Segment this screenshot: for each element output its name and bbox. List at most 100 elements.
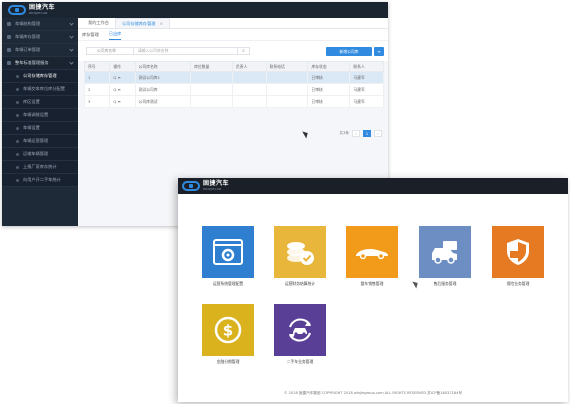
subtab-stock[interactable]: 库存管理 bbox=[82, 30, 99, 40]
row-actions[interactable]: Q ≡ bbox=[109, 83, 136, 96]
sidebar-item[interactable]: 库区设置 bbox=[2, 96, 78, 109]
column-header[interactable]: 库存状态 bbox=[307, 61, 351, 72]
sidebar-item[interactable]: 运输车辆管理 bbox=[2, 148, 78, 161]
sidebar: 车辆结构管理车辆库存管理 车辆订单管理 整车标准管理服务公司存储库存管理车辆交车库位… bbox=[2, 18, 78, 226]
table-cell: 测试公司库1 bbox=[134, 71, 192, 84]
menu-bullet-icon bbox=[16, 74, 19, 78]
subtab-outbound[interactable]: 已出库 bbox=[108, 29, 122, 40]
table-cell bbox=[190, 83, 233, 96]
warehouse-table: 序号 操作 公司库名称 库位数量 负责人 联系电话 库存状态 联系人 1Q ≡ 测试公司库1 已审… bbox=[83, 61, 384, 108]
table-cell: 已审核 bbox=[307, 71, 351, 84]
logo-en: WINJIECAR bbox=[29, 11, 48, 15]
module-tile[interactable]: $ 金融分期管理 bbox=[200, 304, 256, 372]
sidebar-item-label: 车辆设置 bbox=[23, 125, 40, 130]
tab-bar: 我的工作台 公司存储库存管理 × bbox=[78, 18, 388, 29]
sidebar-item[interactable]: 车辆库存管理 bbox=[2, 31, 78, 44]
filter-select[interactable]: 公司库名称 bbox=[86, 47, 134, 55]
menu-bullet-icon bbox=[16, 152, 19, 156]
sports-car-icon bbox=[346, 226, 398, 278]
module-tile[interactable]: 售后服务管理 bbox=[417, 226, 473, 294]
column-header[interactable]: 联系人 bbox=[349, 61, 384, 72]
prev-page-button[interactable]: ‹ bbox=[352, 130, 360, 137]
sidebar-item-label: 车辆结构管理 bbox=[15, 21, 41, 26]
sidebar-item[interactable]: 车辆运营管理 bbox=[2, 135, 78, 148]
chevron-down-icon bbox=[69, 60, 74, 65]
column-header[interactable]: 联系电话 bbox=[265, 61, 309, 72]
search-input[interactable]: 请输入公司库名称 bbox=[134, 47, 238, 55]
module-tile-label: 售后服务管理 bbox=[433, 281, 457, 286]
close-icon[interactable]: × bbox=[159, 21, 163, 26]
sidebar-item[interactable]: 向用户开二手车统计 bbox=[2, 174, 78, 187]
menu-bullet-icon bbox=[7, 35, 11, 39]
column-header[interactable]: 公司库名称 bbox=[134, 61, 192, 72]
column-header[interactable]: 操作 bbox=[109, 61, 136, 72]
brand-logo[interactable]: 固捷汽车 WINJIECAR bbox=[8, 5, 55, 15]
module-tile-label: 保险业务管理 bbox=[506, 281, 530, 286]
module-tile[interactable]: 运营系统管理配置 bbox=[200, 226, 256, 294]
page-number[interactable]: 1 bbox=[363, 130, 371, 137]
total-count: 共3条 bbox=[339, 131, 349, 135]
table-cell: 马建军 bbox=[349, 71, 384, 84]
column-header[interactable]: 序号 bbox=[83, 61, 111, 72]
settings-window-icon bbox=[202, 226, 254, 278]
pagination: 共3条 ‹ 1 › bbox=[340, 130, 382, 137]
portal-window: 固捷汽车 WINJIECAR 运营系统管理配置 运营财务结算统计 整车销售管理 售后服… bbox=[178, 178, 568, 402]
logo-icon bbox=[182, 181, 200, 191]
sidebar-item-label: 公司存储库存管理 bbox=[23, 73, 57, 78]
menu-bullet-icon bbox=[16, 87, 19, 91]
coins-check-icon bbox=[274, 226, 326, 278]
sidebar-item[interactable]: 公司存储库存管理 bbox=[2, 70, 78, 83]
column-header[interactable]: 负责人 bbox=[231, 61, 267, 72]
menu-bullet-icon bbox=[7, 22, 11, 26]
module-tile[interactable]: 整车销售管理 bbox=[344, 226, 400, 294]
row-actions[interactable]: Q ≡ bbox=[109, 95, 136, 108]
chevron-down-icon bbox=[69, 21, 74, 26]
sidebar-item[interactable]: 车辆订单管理 bbox=[2, 44, 78, 57]
column-header[interactable]: 库位数量 bbox=[190, 61, 233, 72]
menu-bullet-icon bbox=[16, 113, 19, 117]
sidebar-item[interactable]: 车辆结构管理 bbox=[2, 18, 78, 31]
table-cell bbox=[265, 71, 309, 84]
module-tile-label: 运营系统管理配置 bbox=[212, 281, 244, 286]
chevron-down-icon bbox=[69, 34, 74, 39]
sidebar-item-label: 车辆运营管理 bbox=[23, 138, 49, 143]
dollar-coin-icon: $ bbox=[202, 304, 254, 356]
table-row[interactable]: 2Q ≡ 测试公司库 已审核 马建军 bbox=[83, 83, 384, 96]
table-cell: 马建军 bbox=[349, 95, 384, 108]
module-tile-label: 二手车业务管理 bbox=[286, 359, 314, 364]
module-tile[interactable]: 保险业务管理 bbox=[490, 226, 546, 294]
menu-bullet-icon bbox=[16, 126, 19, 130]
sidebar-item[interactable]: 车辆调拨设置 bbox=[2, 109, 78, 122]
more-button[interactable]: ≡ bbox=[374, 47, 384, 56]
search-icon[interactable]: ⌕ bbox=[238, 47, 250, 55]
sidebar-item-label: 向用户开二手车统计 bbox=[23, 177, 61, 182]
brand-logo[interactable]: 固捷汽车 WINJIECAR bbox=[182, 181, 229, 191]
module-tile-label: 运营财务结算统计 bbox=[284, 281, 316, 286]
table-cell: 2 bbox=[83, 83, 111, 96]
car-wrench-icon bbox=[419, 226, 471, 278]
table-cell: 1 bbox=[83, 71, 111, 84]
module-tile[interactable]: 运营财务结算统计 bbox=[272, 226, 328, 294]
copyright-footer: © 2018 固捷汽车集团 COPYRIGHT 2018 winjiegroup… bbox=[283, 391, 463, 395]
table-row[interactable]: 1Q ≡ 测试公司库1 已审核 马建军 bbox=[83, 71, 384, 84]
next-page-button[interactable]: › bbox=[374, 130, 382, 137]
filter-bar: 公司库名称 请输入公司库名称 ⌕ 新增公司库 ≡ bbox=[78, 41, 388, 61]
table-cell bbox=[265, 83, 309, 96]
table-cell bbox=[231, 71, 267, 84]
add-warehouse-button[interactable]: 新增公司库 bbox=[326, 47, 372, 56]
tab-workbench[interactable]: 我的工作台 bbox=[82, 18, 115, 28]
menu-bullet-icon bbox=[7, 61, 11, 65]
sidebar-item[interactable]: 车辆设置 bbox=[2, 122, 78, 135]
tab-warehouse[interactable]: 公司存储库存管理 × bbox=[114, 18, 170, 28]
table-cell bbox=[265, 95, 309, 108]
table-cell: 已审核 bbox=[307, 83, 351, 96]
sidebar-item[interactable]: 上报厂家库存统计 bbox=[2, 161, 78, 174]
sidebar-item[interactable]: 车辆交车库位库分配置 bbox=[2, 83, 78, 96]
table-row[interactable]: 3Q ≡ 公司库测试 已审核 马建军 bbox=[83, 95, 384, 108]
sidebar-item-label: 车辆交车库位库分配置 bbox=[23, 86, 65, 91]
table-cell: 测试公司库 bbox=[134, 83, 192, 96]
logo-icon bbox=[8, 5, 26, 15]
module-tile[interactable]: 二手车业务管理 bbox=[272, 304, 328, 372]
row-actions[interactable]: Q ≡ bbox=[109, 71, 136, 84]
sidebar-item[interactable]: 整车标准管理服务 bbox=[2, 57, 78, 70]
